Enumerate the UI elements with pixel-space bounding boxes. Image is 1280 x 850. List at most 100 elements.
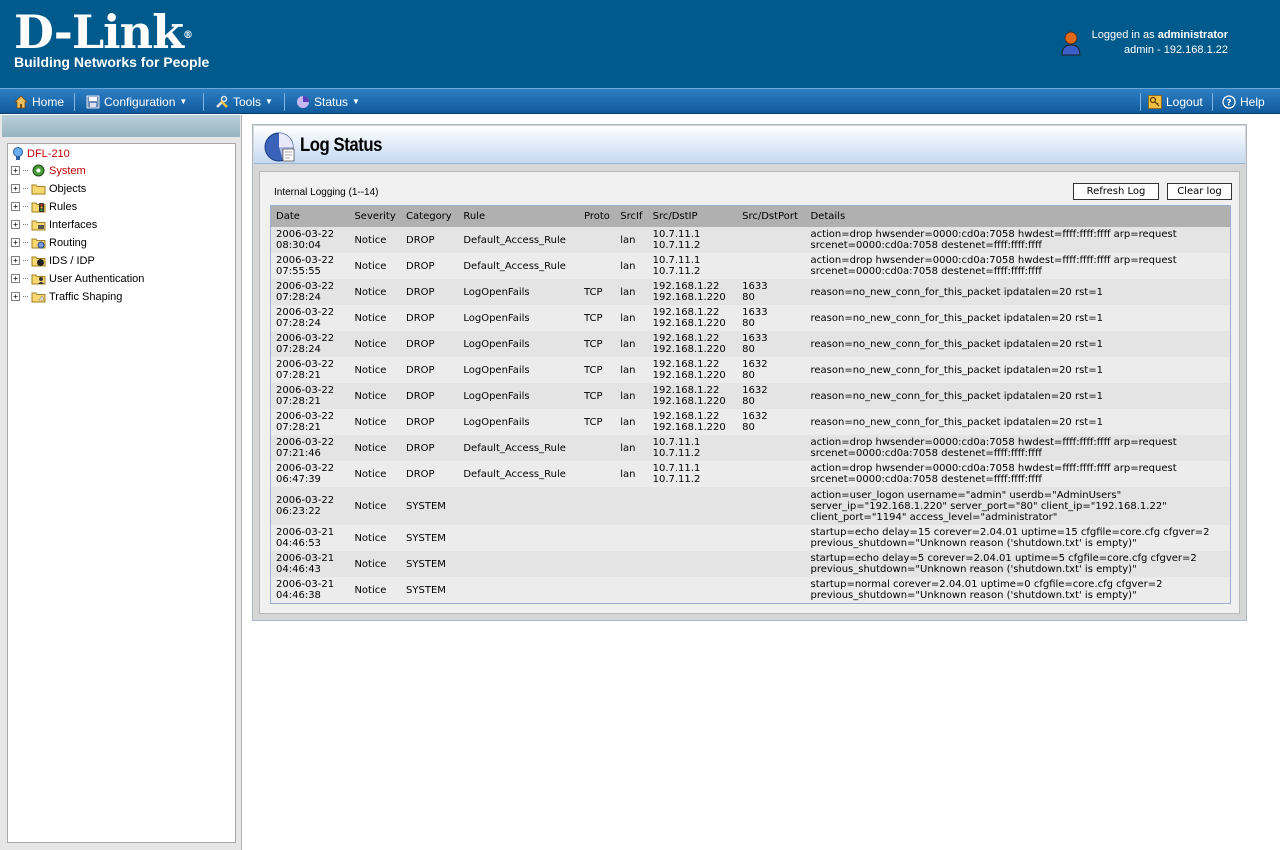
expand-icon[interactable]: +: [11, 256, 20, 265]
cell-date: 2006-03-22 07:28:21: [270, 357, 349, 383]
cell-src-dst-ip: 10.7.11.1 10.7.11.2: [646, 253, 737, 279]
cell-date: 2006-03-22 07:28:24: [270, 279, 349, 305]
menu-separator: [74, 93, 75, 111]
menu-tools-label: Tools: [233, 95, 262, 109]
cell-src-dst-ip: 10.7.11.1 10.7.11.2: [646, 435, 737, 461]
cell-src-dst-ip: 192.168.1.22 192.168.1.220: [646, 331, 737, 357]
expand-icon[interactable]: +: [11, 184, 20, 193]
menu-status[interactable]: Status ▼: [296, 93, 360, 111]
cell-category: SYSTEM: [400, 577, 458, 603]
login-info: Logged in as administrator admin - 192.1…: [1092, 28, 1228, 58]
table-row: 2006-03-22 07:28:24 Notice DROP LogOpenFails…: [270, 331, 1231, 357]
cell-dst-ip: 192.168.1.220: [652, 396, 726, 407]
cell-src-dst-ip: [646, 487, 737, 525]
tree-root-device[interactable]: DFL-210: [12, 147, 70, 161]
cell-details: reason=no_new_conn_for_this_packet ipdat…: [804, 383, 1231, 409]
expand-icon[interactable]: +: [11, 274, 20, 283]
expand-icon[interactable]: +: [11, 220, 20, 229]
cell-srcif: [614, 525, 647, 551]
cell-details: reason=no_new_conn_for_this_packet ipdat…: [804, 279, 1231, 305]
cell-rule: Default_Access_Rule: [457, 253, 579, 279]
help-icon: ?: [1222, 95, 1236, 109]
tree-item-label: Traffic Shaping: [49, 290, 123, 303]
table-row: 2006-03-21 04:46:53 Notice SYSTEM startup=ec…: [270, 525, 1231, 551]
tree-item-ids-idp[interactable]: + IDS / IDP: [11, 254, 95, 267]
menu-tools[interactable]: Tools ▼: [215, 93, 273, 111]
menu-help[interactable]: ? Help: [1222, 93, 1265, 111]
cell-severity: Notice: [348, 487, 401, 525]
cell-src-dst-ip: 192.168.1.22 192.168.1.220: [646, 383, 737, 409]
menu-configuration[interactable]: Configuration ▼: [86, 93, 187, 111]
tree-item-routing[interactable]: + Routing: [11, 236, 87, 249]
tree-item-objects[interactable]: + Objects: [11, 182, 86, 195]
device-icon: [13, 147, 23, 160]
cell-src-dst-ip: 192.168.1.22 192.168.1.220: [646, 357, 737, 383]
cell-dst-ip: 192.168.1.220: [652, 344, 726, 355]
cell-src-dst-port: 1633 80: [736, 305, 805, 331]
cell-dst-ip: 192.168.1.220: [652, 422, 726, 433]
cell-date-time: 07:28:24: [276, 318, 321, 329]
menu-logout[interactable]: Logout: [1148, 93, 1203, 111]
navigation-panel: DFL-210 + System + Objects + Rules + Int…: [0, 115, 242, 850]
cell-rule: [457, 525, 579, 551]
cell-proto: [578, 487, 615, 525]
cell-date-time: 07:21:46: [276, 448, 321, 459]
cell-severity: Notice: [348, 331, 401, 357]
cell-category: DROP: [400, 383, 458, 409]
cell-src-ip: 10.7.11.1: [652, 463, 701, 474]
cell-details: startup=echo delay=5 corever=2.04.01 upt…: [804, 551, 1231, 577]
cell-date-day: 2006-03-22: [276, 281, 335, 292]
cell-date-day: 2006-03-21: [276, 527, 335, 538]
cell-severity: Notice: [348, 227, 401, 253]
clear-log-button[interactable]: Clear log: [1167, 183, 1232, 200]
svg-text:?: ?: [1226, 99, 1231, 109]
expand-icon[interactable]: +: [11, 238, 20, 247]
cell-dst-ip: 192.168.1.220: [652, 292, 726, 303]
tree-item-interfaces[interactable]: + Interfaces: [11, 218, 97, 231]
menu-logout-label: Logout: [1166, 95, 1203, 109]
cell-details: action=drop hwsender=0000:cd0a:7058 hwde…: [804, 461, 1231, 487]
cell-src-dst-port: [736, 435, 805, 461]
cell-date: 2006-03-21 04:46:53: [270, 525, 349, 551]
tree-item-user-authentication[interactable]: + User Authentication: [11, 272, 144, 285]
expand-icon[interactable]: +: [11, 202, 20, 211]
cell-severity: Notice: [348, 253, 401, 279]
cell-src-port: 1633: [742, 307, 768, 318]
expand-icon[interactable]: +: [11, 166, 20, 175]
cell-date-time: 04:46:38: [276, 590, 321, 601]
cell-proto: TCP: [578, 357, 615, 383]
cell-severity: Notice: [348, 383, 401, 409]
table-row: 2006-03-22 06:47:39 Notice DROP Default_Acce…: [270, 461, 1231, 487]
table-row: 2006-03-22 07:21:46 Notice DROP Default_Acce…: [270, 435, 1231, 461]
tree-item-traffic-shaping[interactable]: + Traffic Shaping: [11, 290, 122, 303]
tree-item-rules[interactable]: + Rules: [11, 200, 77, 213]
cell-date-time: 06:23:22: [276, 506, 321, 517]
menu-home[interactable]: Home: [14, 93, 64, 111]
cell-date-day: 2006-03-22: [276, 385, 335, 396]
save-disk-icon: [86, 95, 100, 109]
expand-icon[interactable]: +: [11, 292, 20, 301]
cell-src-dst-port: [736, 577, 805, 603]
cell-proto: TCP: [578, 409, 615, 435]
cell-date-time: 07:28:21: [276, 370, 321, 381]
cell-date-day: 2006-03-22: [276, 463, 335, 474]
tree-item-label: User Authentication: [49, 272, 145, 285]
routing-icon: [31, 238, 46, 249]
cell-category: DROP: [400, 357, 458, 383]
cell-src-ip: 192.168.1.22: [652, 359, 720, 370]
cell-src-ip: 10.7.11.1: [652, 255, 701, 266]
cell-category: DROP: [400, 435, 458, 461]
tree-item-label: IDS / IDP: [49, 254, 95, 267]
tree-item-system[interactable]: + System: [11, 164, 86, 177]
cell-src-dst-ip: [646, 525, 737, 551]
cell-severity: Notice: [348, 279, 401, 305]
cell-src-dst-ip: 192.168.1.22 192.168.1.220: [646, 279, 737, 305]
cell-dst-port: 80: [742, 370, 755, 381]
cell-src-ip: 10.7.11.1: [652, 229, 701, 240]
refresh-log-button[interactable]: Refresh Log: [1073, 183, 1159, 200]
menu-separator: [203, 93, 204, 111]
cell-src-port: 1632: [742, 385, 768, 396]
table-row: 2006-03-22 07:28:21 Notice DROP LogOpenFails…: [270, 383, 1231, 409]
menu-separator: [284, 93, 285, 111]
cell-srcif: lan: [614, 305, 647, 331]
